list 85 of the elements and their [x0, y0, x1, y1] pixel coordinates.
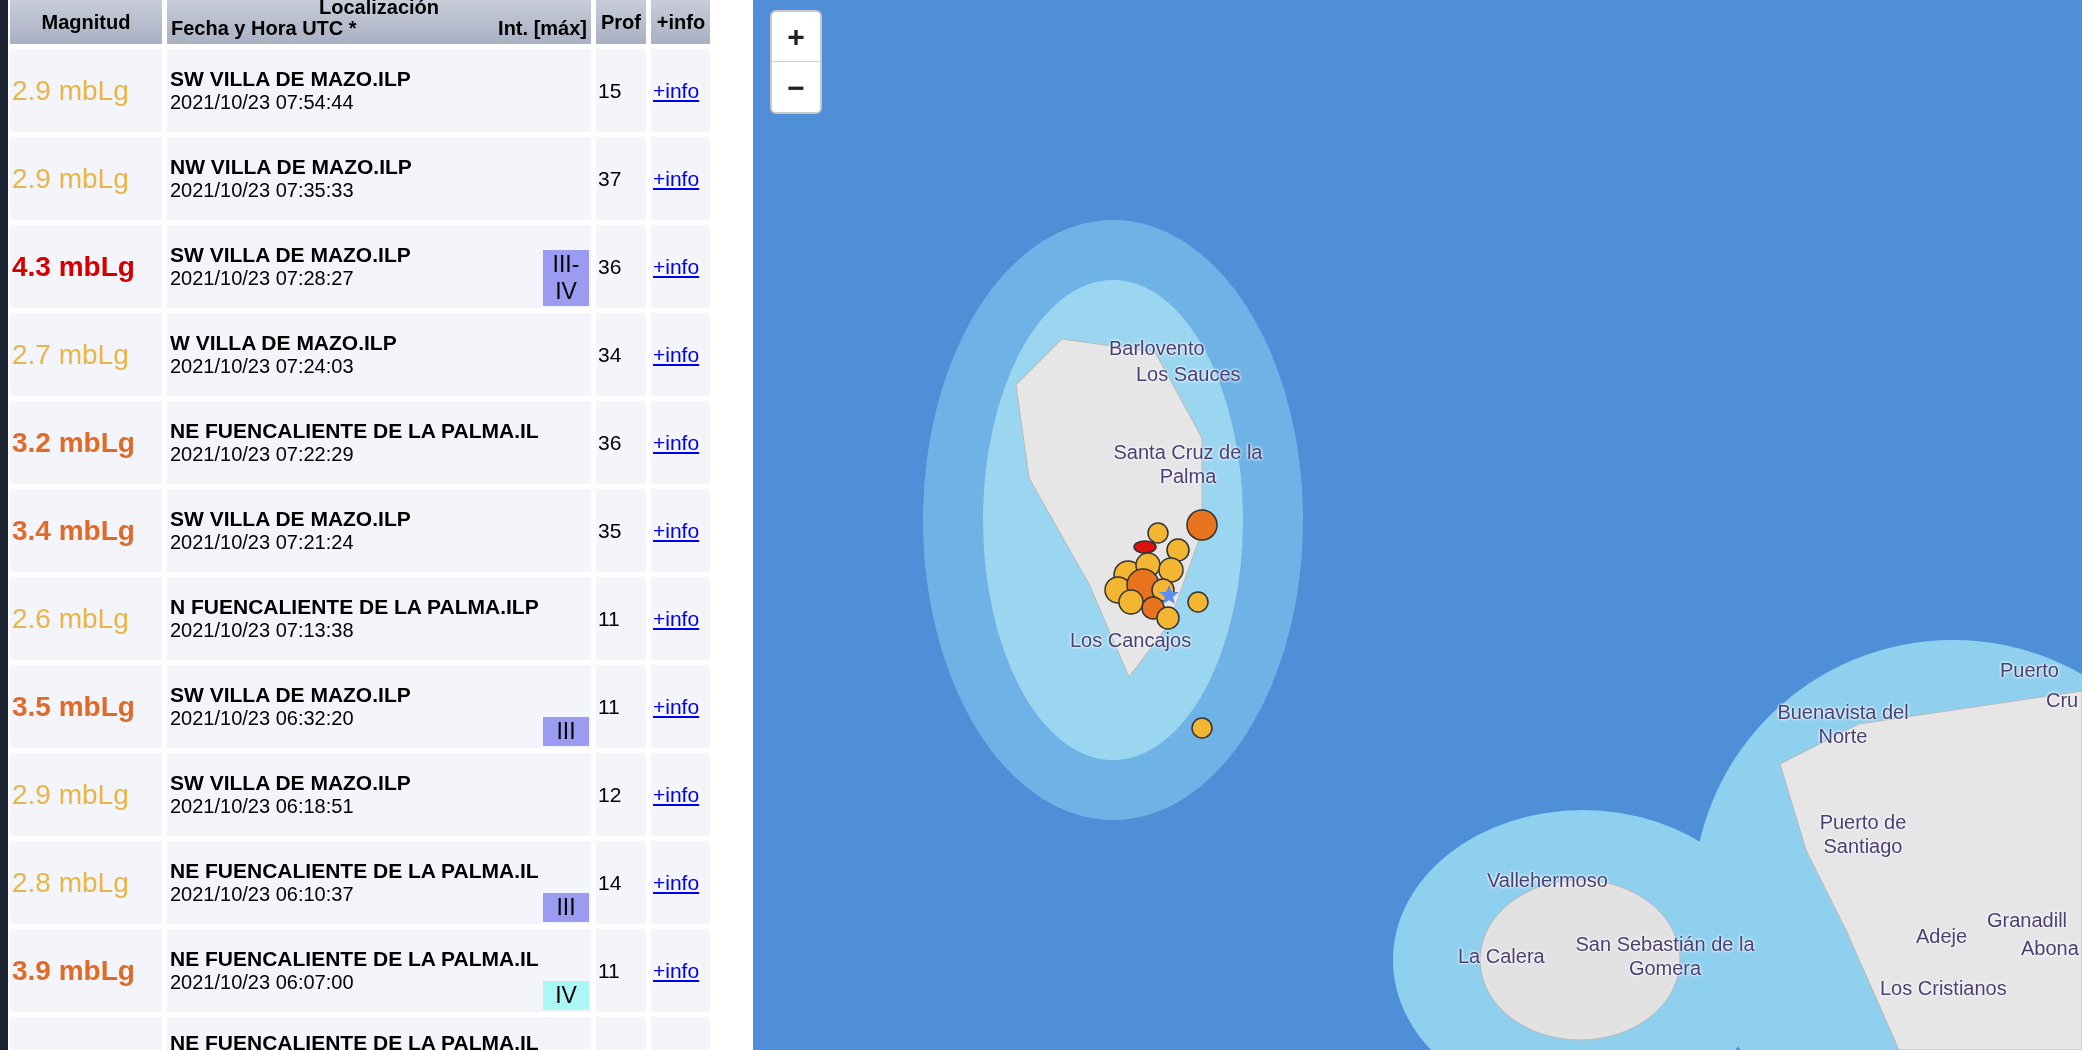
- place-label: Puerto de Santiago: [1818, 810, 1908, 858]
- depth-value: 11: [598, 957, 620, 984]
- info-link[interactable]: +info: [653, 778, 700, 811]
- location-text: SW VILLA DE MAZO.ILP: [170, 683, 411, 707]
- column-header: Fecha y Hora UTC *: [171, 18, 357, 39]
- column-header: +info: [656, 10, 706, 35]
- place-label: Barlovento: [1109, 336, 1205, 360]
- place-label: Vallehermoso: [1487, 868, 1608, 892]
- magnitude-value: 3.2 mbLg: [12, 425, 135, 460]
- depth-value: 36: [598, 253, 622, 280]
- place-label: Los Cristianos: [1880, 976, 2007, 1000]
- depth-value: 34: [598, 341, 622, 368]
- magnitude-value: 2.9 mbLg: [12, 73, 129, 108]
- location-text: N FUENCALIENTE DE LA PALMA.ILP: [170, 595, 539, 619]
- place-label: Adeje: [1916, 924, 1968, 948]
- intensity-badge: III: [543, 893, 589, 922]
- column-header: Localización: [319, 0, 439, 18]
- location-text: W VILLA DE MAZO.ILP: [170, 331, 397, 355]
- info-link[interactable]: +info: [653, 690, 700, 723]
- date-time-text: 2021/10/23 07:54:44: [170, 91, 355, 114]
- info-link[interactable]: +info: [653, 250, 700, 283]
- place-label: San Sebastián de la Gomera: [1574, 932, 1756, 980]
- date-time-text: 2021/10/23 06:32:20: [170, 707, 355, 730]
- magnitude-value: 2.9 mbLg: [12, 161, 129, 196]
- map[interactable]: Barlovento Los Sauces Santa Cruz de la Palma Los Cancajos Puerto Cru Buenavista del Norte Puerto de Santiago Vallehermoso Granadill La Calera San Sebastián de la Gomera Adeje Abona Los Cristianos + −: [753, 0, 2082, 1050]
- location-text: NE FUENCALIENTE DE LA PALMA.IL: [170, 419, 539, 443]
- magnitude-value: 2.8 mbLg: [12, 865, 129, 900]
- magnitude-value: 2.9 mbLg: [12, 777, 129, 812]
- info-link[interactable]: +info: [653, 866, 700, 899]
- magnitude-value: 2.7 mbLg: [12, 337, 129, 372]
- place-label: Buenavista del Norte: [1776, 700, 1910, 748]
- info-link[interactable]: +info: [653, 338, 700, 371]
- date-time-text: 2021/10/23 07:13:38: [170, 619, 355, 642]
- place-label: La Calera: [1458, 944, 1545, 968]
- column-header: Prof: [601, 10, 641, 35]
- magnitude-value: 3.4 mbLg: [12, 513, 135, 548]
- info-link[interactable]: +info: [653, 954, 700, 987]
- date-time-text: 2021/10/23 07:21:24: [170, 531, 355, 554]
- place-label: Los Cancajos: [1070, 628, 1192, 652]
- intensity-badge: III: [543, 717, 589, 746]
- date-time-text: 2021/10/23 07:35:33: [170, 179, 355, 202]
- intensity-badge: III-IV: [543, 250, 589, 306]
- info-link[interactable]: +info: [653, 602, 700, 635]
- location-text: NE FUENCALIENTE DE LA PALMA.IL: [170, 947, 539, 971]
- intensity-badge: IV: [543, 981, 589, 1010]
- location-text: NE FUENCALIENTE DE LA PALMA.IL: [170, 859, 539, 883]
- info-link[interactable]: +info: [653, 74, 700, 107]
- place-label: Granadill: [1987, 908, 2068, 932]
- depth-value: 12: [598, 781, 622, 808]
- place-label: Los Sauces: [1136, 362, 1241, 386]
- date-time-text: 2021/10/23 07:24:03: [170, 355, 355, 378]
- depth-value: 15: [598, 77, 622, 104]
- location-text: SW VILLA DE MAZO.ILP: [170, 243, 411, 267]
- date-time-text: 2021/10/23 06:18:51: [170, 795, 355, 818]
- location-text: NE FUENCALIENTE DE LA PALMA.IL: [170, 1031, 539, 1050]
- info-link[interactable]: +info: [653, 514, 700, 547]
- depth-value: 35: [598, 517, 622, 544]
- info-link[interactable]: +info: [653, 426, 700, 459]
- depth-value: 11: [598, 693, 620, 720]
- place-label: Abona: [2021, 936, 2079, 960]
- depth-value: 36: [598, 429, 622, 456]
- location-text: SW VILLA DE MAZO.ILP: [170, 507, 411, 531]
- depth-value: 37: [598, 165, 622, 192]
- zoom-in-button[interactable]: +: [772, 12, 820, 62]
- date-time-text: 2021/10/23 06:10:37: [170, 883, 355, 906]
- place-label: Cru: [2046, 688, 2079, 712]
- magnitude-value: 3.9 mbLg: [12, 953, 135, 988]
- depth-value: 14: [598, 869, 622, 896]
- place-label: Puerto: [2000, 658, 2059, 682]
- depth-value: 11: [598, 605, 620, 632]
- location-text: NW VILLA DE MAZO.ILP: [170, 155, 412, 179]
- magnitude-value: 4.3 mbLg: [12, 249, 135, 284]
- location-text: SW VILLA DE MAZO.ILP: [170, 67, 411, 91]
- location-text: SW VILLA DE MAZO.ILP: [170, 771, 411, 795]
- zoom-out-button[interactable]: −: [772, 62, 820, 112]
- date-time-text: 2021/10/23 07:28:27: [170, 267, 355, 290]
- info-link[interactable]: +info: [653, 162, 700, 195]
- place-label: Santa Cruz de la Palma: [1112, 440, 1264, 488]
- date-time-text: 2021/10/23 07:22:29: [170, 443, 355, 466]
- magnitude-value: 3.5 mbLg: [12, 689, 135, 724]
- star-icon: [1159, 585, 1179, 604]
- column-header: Magnitud: [41, 10, 131, 35]
- column-header: Int. [máx]: [498, 18, 587, 39]
- magnitude-value: 2.6 mbLg: [12, 601, 129, 636]
- date-time-text: 2021/10/23 06:07:00: [170, 971, 355, 994]
